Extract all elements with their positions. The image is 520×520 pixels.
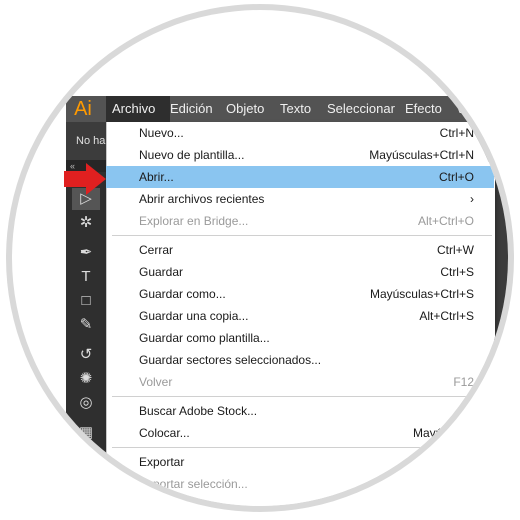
magic-wand-tool-icon[interactable]: ✲ xyxy=(72,212,100,234)
mesh-tool-icon[interactable]: ▦ xyxy=(72,422,100,444)
control-bar-text: No ha xyxy=(76,135,106,147)
menu-item-shortcut: Alt+Ctrl+O xyxy=(417,214,474,228)
menu-texto[interactable]: Texto xyxy=(280,96,311,122)
screenshot-frame: Ai Archivo Edición Objeto Texto Seleccio… xyxy=(0,0,520,520)
menu-ver[interactable]: V xyxy=(456,96,465,122)
menu-item-volver: Volver F12 xyxy=(106,371,494,393)
menu-item-guardar-copia[interactable]: Guardar una copia... Alt+Ctrl+S xyxy=(106,305,494,327)
illustrator-window: Ai Archivo Edición Objeto Texto Seleccio… xyxy=(12,10,508,506)
menu-item-guardar[interactable]: Guardar Ctrl+S xyxy=(106,261,494,283)
menu-item-explorar-bridge: Explorar en Bridge... Alt+Ctrl+O xyxy=(106,210,494,232)
menu-separator xyxy=(112,447,492,448)
menu-item-exportar[interactable]: Exportar xyxy=(106,451,494,473)
menu-item-guardar-plantilla[interactable]: Guardar como plantilla... xyxy=(106,327,494,349)
submenu-chevron-icon: › xyxy=(470,192,474,206)
menu-item-guardar-como[interactable]: Guardar como... Mayúsculas+Ctrl+S xyxy=(106,283,494,305)
menu-separator xyxy=(112,235,492,236)
menu-item-abrir-recientes[interactable]: Abrir archivos recientes › xyxy=(106,188,494,210)
menu-edicion[interactable]: Edición xyxy=(170,96,213,122)
menu-item-label: Nuevo... xyxy=(139,126,184,140)
red-pointer-arrow-icon xyxy=(64,171,86,187)
menu-item-label: Nuevo de plantilla... xyxy=(139,148,245,162)
menu-efecto[interactable]: Efecto xyxy=(405,96,442,122)
menu-item-nuevo[interactable]: Nuevo... Ctrl+N xyxy=(106,122,494,144)
menu-item-shortcut: Ctrl+S xyxy=(440,265,474,279)
menu-item-label: Guardar como... xyxy=(139,287,226,301)
circle-crop: Ai Archivo Edición Objeto Texto Seleccio… xyxy=(12,10,508,506)
red-pointer-arrow-tip-icon xyxy=(86,163,106,195)
rectangle-tool-icon[interactable]: □ xyxy=(72,290,100,312)
menu-item-cerrar[interactable]: Cerrar Ctrl+W xyxy=(106,239,494,261)
menu-item-abrir[interactable]: Abrir... Ctrl+O xyxy=(106,166,494,188)
menu-archivo[interactable]: Archivo xyxy=(106,96,170,122)
menu-item-colocar[interactable]: Colocar... Mayúsculas+C xyxy=(106,422,494,444)
menu-item-label: Buscar Adobe Stock... xyxy=(139,404,258,418)
app-logo: Ai xyxy=(74,98,92,120)
paintbrush-tool-icon[interactable]: ✎ xyxy=(72,314,100,336)
menu-item-nuevo-de-plantilla[interactable]: Nuevo de plantilla... Mayúsculas+Ctrl+N xyxy=(106,144,494,166)
menu-item-label: Guardar una copia... xyxy=(139,309,249,323)
menu-item-label: Abrir archivos recientes xyxy=(139,192,265,206)
menu-item-shortcut: Ctrl+N xyxy=(439,126,474,140)
menu-item-label: Guardar sectores seleccionados... xyxy=(139,353,322,367)
puppet-warp-tool-icon[interactable]: ✺ xyxy=(72,368,100,390)
menu-item-label: Exportar xyxy=(139,455,185,469)
menu-item-label: Abrir... xyxy=(139,170,174,184)
menu-item-label: Exportar selección... xyxy=(139,477,248,491)
menu-item-label: Colocar... xyxy=(139,426,190,440)
menu-item-shortcut: Mayúsculas+C xyxy=(412,426,492,440)
menu-item-buscar-adobe-stock[interactable]: Buscar Adobe Stock... xyxy=(106,400,494,422)
document-area-edge xyxy=(494,122,508,506)
menu-item-label: Volver xyxy=(139,375,173,389)
menu-objeto[interactable]: Objeto xyxy=(226,96,264,122)
pen-tool-icon[interactable]: ✒ xyxy=(72,242,100,264)
menu-item-guardar-sectores[interactable]: Guardar sectores seleccionados... xyxy=(106,349,494,371)
menu-item-exportar-seleccion: Exportar selección... xyxy=(106,473,494,495)
menu-item-shortcut: Mayúsculas+Ctrl+S xyxy=(369,287,474,301)
menu-separator xyxy=(112,396,492,397)
menu-item-shortcut: Ctrl+W xyxy=(437,243,474,257)
menu-item-label: Explorar en Bridge... xyxy=(139,214,249,228)
menu-seleccionar[interactable]: Seleccionar xyxy=(327,96,395,122)
menu-item-label: Guardar como plantilla... xyxy=(139,331,270,345)
menu-item-shortcut: Alt+Ctrl+S xyxy=(419,309,474,323)
type-tool-icon[interactable]: T xyxy=(72,266,100,288)
menu-item-label: Cerrar xyxy=(139,243,174,257)
shape-builder-tool-icon[interactable]: ◎ xyxy=(72,392,100,414)
menu-item-shortcut: Ctrl+O xyxy=(438,170,474,184)
menu-item-shortcut: F12 xyxy=(453,375,474,389)
menu-item-label: Guardar xyxy=(139,265,184,279)
menu-item-shortcut: Mayúsculas+Ctrl+N xyxy=(369,148,474,162)
rotate-tool-icon[interactable]: ↺ xyxy=(72,344,100,366)
